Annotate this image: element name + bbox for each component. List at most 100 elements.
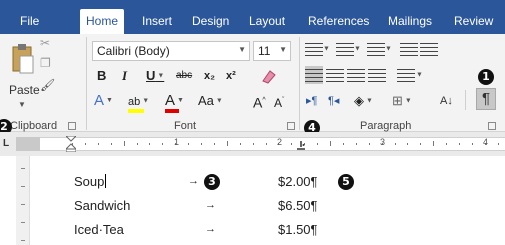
ruler-number: 4 (483, 137, 489, 147)
callout-marker: 3 (204, 174, 220, 190)
shrink-font-button[interactable]: Aˇ (274, 92, 284, 110)
highlighter-icon: ab (128, 96, 141, 108)
justify-icon[interactable] (368, 66, 386, 84)
ruler-tick (265, 143, 267, 145)
item-cell: Iced·Tea (74, 222, 124, 237)
copy-icon[interactable]: ❐ (40, 56, 51, 70)
ruler-tick (213, 143, 215, 145)
ruler-tick (84, 143, 86, 145)
item-cell: Soup (74, 174, 107, 189)
ruler-tick (123, 141, 125, 146)
multilevel-list-icon[interactable] (367, 40, 385, 58)
tab-character-icon: → (205, 223, 216, 235)
ruler-tick (368, 143, 370, 145)
align-left-icon[interactable] (305, 66, 323, 84)
price-cell: $1.50¶ (278, 222, 318, 237)
clear-formatting-icon[interactable] (260, 67, 278, 85)
tab-layout[interactable]: Layout (243, 9, 291, 34)
document-area[interactable]: Soup → 3 $2.00¶ 5 Sandwich → $6.50¶ Iced… (0, 156, 505, 245)
decrease-indent-icon[interactable] (400, 40, 418, 58)
group-divider (86, 37, 87, 130)
cut-icon[interactable]: ✂ (40, 36, 50, 50)
ruler-tick (355, 143, 357, 145)
highlight-color-button[interactable]: ab ▼ (128, 92, 149, 113)
font-size-value: 11 (258, 44, 271, 58)
grow-font-label: A (253, 94, 263, 111)
indent-marker-icon[interactable] (66, 136, 76, 152)
underline-button[interactable]: U ▼ (146, 67, 164, 85)
bullets-dropdown-icon[interactable]: ▼ (323, 40, 330, 58)
multilevel-dropdown-icon[interactable]: ▼ (385, 40, 392, 58)
highlight-swatch (128, 109, 144, 113)
change-case-button[interactable]: Aa ▼ (198, 92, 223, 110)
ribbon-tab-bar: File Home Insert Design Layout Reference… (0, 0, 505, 34)
grow-font-button[interactable]: A^ (253, 92, 266, 111)
sort-icon[interactable]: A↓ (440, 92, 453, 110)
tab-design[interactable]: Design (186, 9, 235, 34)
text-effects-button[interactable]: A ▼ (94, 92, 113, 110)
ruler-tick (446, 143, 448, 145)
ruler-tick (97, 143, 99, 145)
font-color-icon: A (165, 92, 176, 109)
ruler-tick (21, 240, 25, 241)
subscript-button[interactable]: x₂ (204, 67, 215, 85)
change-case-label: Aa (198, 93, 214, 108)
font-color-button[interactable]: A ▼ (165, 92, 184, 113)
decimal-tab-stop-icon[interactable] (297, 141, 305, 150)
ruler-number: 3 (380, 137, 386, 147)
borders-icon[interactable]: ⊞ ▼ (392, 92, 412, 110)
ruler-number: 2 (277, 137, 283, 147)
paragraph-group-label: Paragraph (360, 120, 412, 132)
ltr-icon[interactable]: ▸¶ (306, 92, 317, 110)
callout-marker: 5 (338, 174, 354, 190)
ruler-tick (330, 141, 331, 146)
chevron-down-icon: ▼ (238, 45, 246, 54)
ruler-tick (471, 143, 473, 145)
tab-selector-icon[interactable]: L (3, 138, 15, 150)
format-painter-icon[interactable]: 🖌 (40, 78, 55, 92)
font-size-dropdown[interactable]: 11 ▼ (253, 41, 291, 61)
clipboard-launcher-icon[interactable] (68, 122, 76, 130)
tab-insert[interactable]: Insert (136, 9, 178, 34)
ruler-tick (497, 143, 499, 145)
bullets-icon[interactable] (305, 40, 323, 58)
paste-icon[interactable] (11, 42, 35, 76)
tab-references[interactable]: References (302, 9, 375, 34)
tab-character-icon: → (188, 175, 199, 187)
rtl-icon[interactable]: ¶◂ (328, 92, 339, 110)
line-spacing-icon[interactable] (397, 66, 415, 84)
font-family-value: Calibri (Body) (97, 44, 170, 58)
tab-mailings[interactable]: Mailings (382, 9, 438, 34)
ruler-tick (239, 143, 241, 145)
tab-home[interactable]: Home (80, 9, 125, 34)
price-cell: $6.50¶ (278, 198, 318, 213)
line-spacing-dropdown-icon[interactable]: ▼ (416, 66, 423, 84)
tab-review[interactable]: Review (448, 9, 499, 34)
ribbon: Paste ▼ ✂ ❐ 🖌 Clipboard Calibri (Body) ▼… (0, 34, 505, 132)
paste-dropdown-icon[interactable]: ▼ (18, 100, 26, 109)
numbering-icon[interactable] (336, 40, 354, 58)
ruler-tick (407, 143, 409, 145)
increase-indent-icon[interactable] (420, 40, 438, 58)
paragraph-launcher-icon[interactable] (488, 122, 496, 130)
show-formatting-marks-button[interactable]: ¶ (476, 88, 496, 110)
superscript-button[interactable]: x² (226, 67, 236, 85)
shading-icon[interactable]: ◈ ▼ (354, 92, 373, 110)
align-center-icon[interactable] (326, 66, 344, 84)
tab-file[interactable]: File (14, 9, 45, 34)
font-family-dropdown[interactable]: Calibri (Body) ▼ (92, 41, 250, 61)
numbering-dropdown-icon[interactable]: ▼ (354, 40, 361, 58)
ruler-tick (252, 143, 254, 145)
underline-label: U (146, 68, 156, 83)
paste-button-label[interactable]: Paste (9, 83, 40, 97)
font-launcher-icon[interactable] (287, 122, 295, 130)
ruler-tick (21, 204, 25, 205)
italic-button[interactable]: I (122, 67, 127, 85)
divider (465, 90, 466, 110)
ruler-tick (433, 141, 435, 146)
align-right-icon[interactable] (347, 66, 365, 84)
ruler-tick (420, 143, 422, 145)
bold-button[interactable]: B (97, 67, 106, 85)
ruler-tick (149, 143, 151, 145)
strikethrough-button[interactable]: abc (176, 67, 192, 85)
